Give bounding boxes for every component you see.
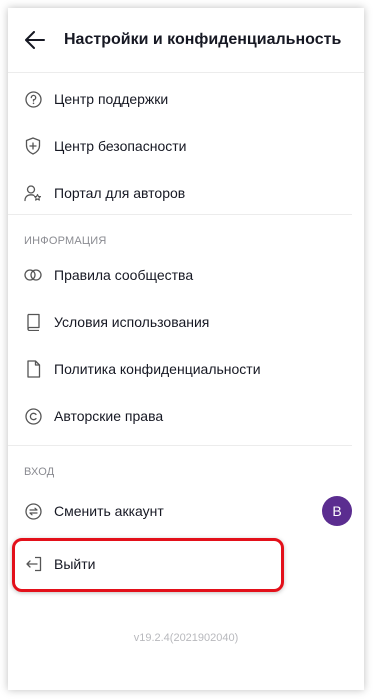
menu-item-label: Условия использования xyxy=(54,314,210,330)
menu-item-help-center[interactable]: Центр поддержки xyxy=(8,76,364,122)
arrow-left-icon xyxy=(25,31,45,49)
document-icon xyxy=(24,360,42,378)
menu-item-privacy-policy[interactable]: Политика конфиденциальности xyxy=(8,346,364,392)
menu-item-label: Политика конфиденциальности xyxy=(54,361,261,377)
menu-item-label: Правила сообщества xyxy=(54,267,194,283)
logout-highlight-box xyxy=(12,538,284,592)
divider xyxy=(8,214,352,215)
section-title-login: ВХОД xyxy=(24,466,55,478)
person-star-icon xyxy=(24,184,42,202)
copyright-icon xyxy=(24,407,42,425)
menu-item-terms-of-service[interactable]: Условия использования xyxy=(8,299,364,345)
section-title-info: ИНФОРМАЦИЯ xyxy=(24,235,107,247)
switch-arrows-icon xyxy=(24,502,42,520)
menu-item-copyright[interactable]: Авторские права xyxy=(8,393,364,439)
menu-item-label: Портал для авторов xyxy=(54,185,186,201)
menu-item-safety-center[interactable]: Центр безопасности xyxy=(8,123,364,169)
page-title: Настройки и конфиденциальность xyxy=(64,31,342,48)
rings-icon xyxy=(24,266,42,284)
avatar[interactable]: B xyxy=(322,496,352,526)
book-icon xyxy=(24,313,42,331)
app-version: v19.2.4(2021902040) xyxy=(133,632,239,644)
menu-item-label: Сменить аккаунт xyxy=(54,503,164,519)
divider xyxy=(8,445,352,446)
settings-screen: Настройки и конфиденциальность Центр под… xyxy=(8,8,364,690)
menu-item-community-guidelines[interactable]: Правила сообщества xyxy=(8,252,364,298)
menu-item-label: Центр безопасности xyxy=(54,138,187,154)
back-button[interactable] xyxy=(24,29,46,51)
shield-plus-icon xyxy=(24,137,42,155)
screenshot-frame: Настройки и конфиденциальность Центр под… xyxy=(0,0,376,700)
menu-item-label: Центр поддержки xyxy=(54,91,169,107)
header-bar: Настройки и конфиденциальность xyxy=(8,8,364,73)
menu-item-label: Авторские права xyxy=(54,408,164,424)
menu-item-switch-account[interactable]: Сменить аккаунт B xyxy=(8,488,364,534)
menu-item-creator-portal[interactable]: Портал для авторов xyxy=(8,170,364,216)
help-circle-icon xyxy=(24,90,42,108)
